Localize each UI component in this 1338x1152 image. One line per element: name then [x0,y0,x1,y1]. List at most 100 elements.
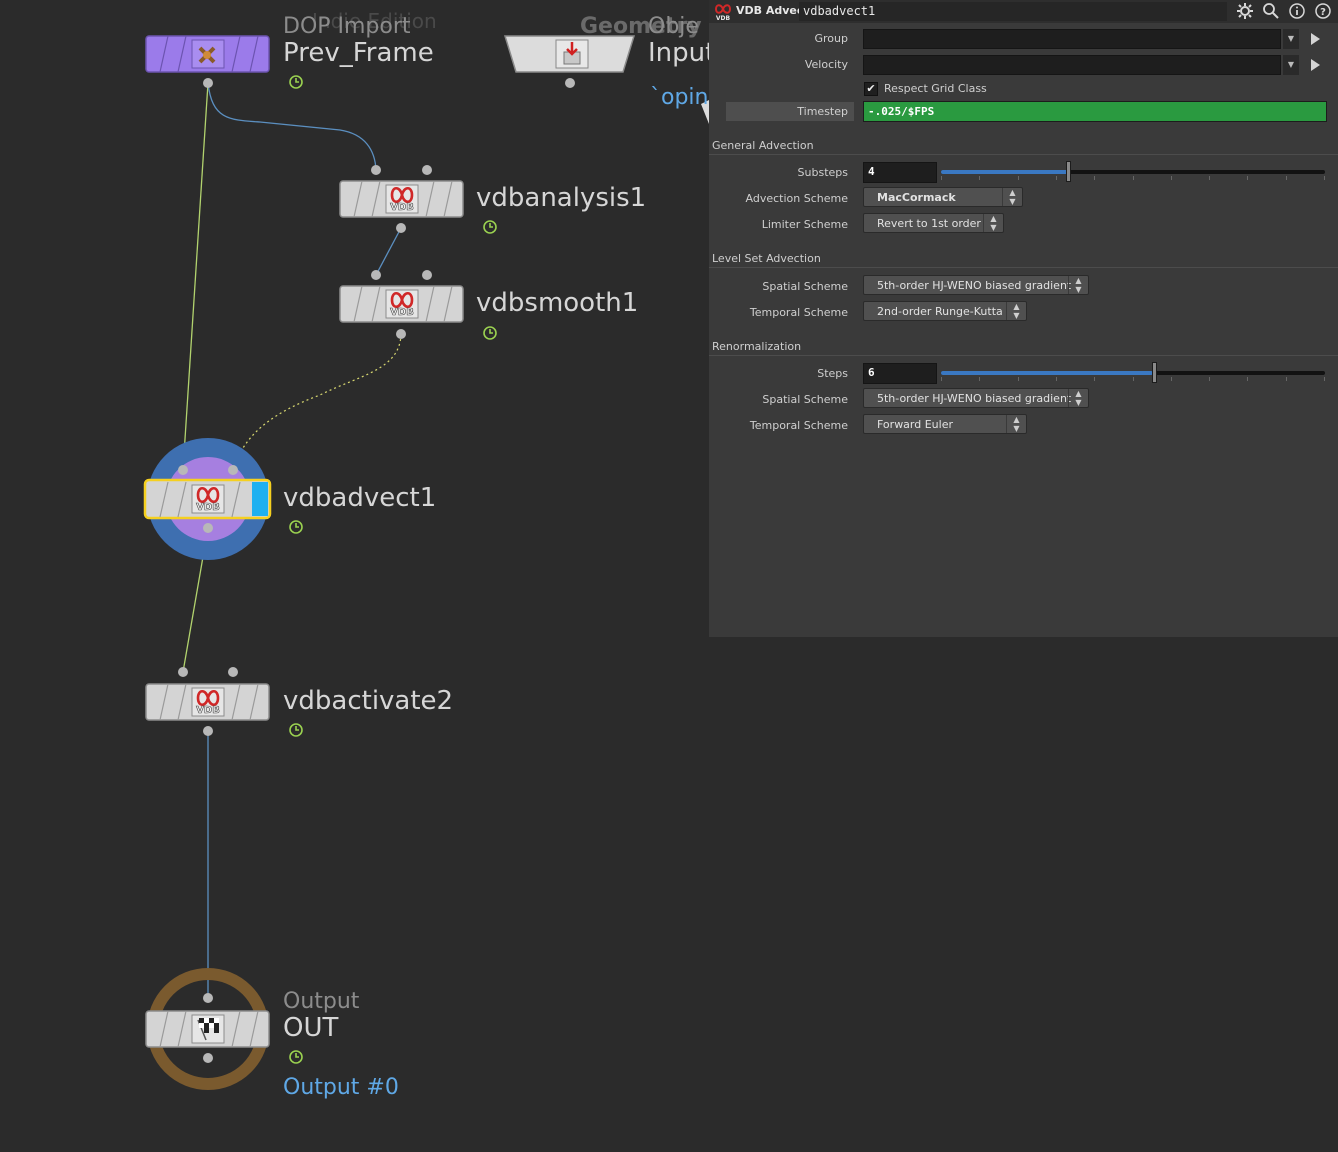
node-name-label[interactable]: vdbsmooth1 [476,288,638,318]
chevron-updown-icon: ▲ ▼ [1006,415,1026,433]
limiter-scheme-label: Limiter Scheme [761,218,848,231]
input-connector[interactable] [422,270,432,280]
node-type-label-overlap: Obje [648,14,699,39]
output-connector[interactable] [203,1053,213,1063]
substeps-field[interactable]: 4 [863,162,937,183]
output-index-label: Output #0 [283,1075,399,1100]
substeps-slider[interactable] [941,161,1325,182]
clock-icon [289,75,303,89]
slider-tick [1286,377,1287,381]
node-vdbsmooth1[interactable]: VDB [339,270,464,339]
slider-tick [1133,176,1134,180]
slider-tick [1247,176,1248,180]
svg-text:VDB: VDB [196,705,220,716]
slider-tick [941,176,942,180]
node-vdbadvect1[interactable]: VDB [143,438,272,560]
limiter-scheme-value: Revert to 1st order [877,217,981,230]
renorm-temporal-scheme-dropdown[interactable]: Forward Euler ▲ ▼ [863,414,1027,434]
clock-icon [289,1050,303,1064]
node-type-title: VDB Advect [736,4,809,17]
chevron-updown-icon: ▲ ▼ [1006,302,1026,320]
advection-scheme-value: MacCormack [877,191,956,204]
node-name-field[interactable]: vdbadvect1 [799,2,1227,21]
velocity-selector-arrow-icon[interactable] [1311,59,1320,71]
clock-icon [483,326,497,340]
spatial-scheme-label: Spatial Scheme [762,280,848,293]
clock-icon [483,220,497,234]
node-name-label[interactable]: vdbanalysis1 [476,183,646,213]
respect-grid-class-label: Respect Grid Class [884,82,987,95]
group-field[interactable] [863,29,1281,49]
wire-prevframe-vdbadvect [182,82,209,471]
chevron-updown-icon: ▲ ▼ [1068,276,1088,294]
renorm-temporal-scheme-value: Forward Euler [877,418,954,431]
group-selector-arrow-icon[interactable] [1311,33,1320,45]
node-comment-label: `opin [650,85,709,110]
input-connector[interactable] [178,465,188,475]
output-connector[interactable] [565,78,575,88]
node-vdbactivate2[interactable]: VDB [145,667,270,736]
output-connector[interactable] [396,223,406,233]
output-connector[interactable] [203,78,213,88]
node-name-label[interactable]: OUT [283,1013,338,1043]
level-set-advection-heading: Level Set Advection [712,252,821,265]
input-connector[interactable] [371,165,381,175]
node-name-label[interactable]: Prev_Frame [283,38,434,68]
advection-scheme-dropdown[interactable]: MacCormack ▲ ▼ [863,187,1023,207]
input-connector[interactable] [203,993,213,1003]
temporal-scheme-dropdown[interactable]: 2nd-order Runge-Kutta ▲ ▼ [863,301,1027,321]
slider-tick [1018,377,1019,381]
substeps-slider-fill [941,170,1068,174]
limiter-scheme-dropdown[interactable]: Revert to 1st order ▲ ▼ [863,213,1004,233]
output-connector[interactable] [203,523,213,533]
slider-tick [1324,377,1325,381]
steps-slider[interactable] [941,362,1325,383]
group-menu-button[interactable]: ▼ [1283,29,1299,49]
section-divider [709,267,1338,268]
input-connector[interactable] [178,667,188,677]
slider-tick [1094,377,1095,381]
input-connector[interactable] [228,465,238,475]
temporal-scheme-label: Temporal Scheme [749,306,848,319]
node-name-label[interactable]: vdbadvect1 [283,483,436,513]
temporal-scheme-value: 2nd-order Runge-Kutta [877,305,1003,318]
renorm-spatial-scheme-value: 5th-order HJ-WENO biased gradient [877,392,1072,405]
svg-text:VDB: VDB [196,502,220,513]
steps-slider-handle[interactable] [1152,362,1157,383]
renorm-temporal-scheme-label: Temporal Scheme [749,419,848,432]
help-icon[interactable]: ? [1314,2,1332,20]
renorm-spatial-scheme-dropdown[interactable]: 5th-order HJ-WENO biased gradient ▲ ▼ [863,388,1089,408]
input-connector[interactable] [422,165,432,175]
respect-grid-class-checkbox[interactable]: ✔ [864,82,878,96]
input-connector[interactable] [371,270,381,280]
slider-tick [941,377,942,381]
output-connector[interactable] [203,726,213,736]
display-flag[interactable] [252,482,268,516]
slider-tick [1209,377,1210,381]
node-vdbanalysis1[interactable]: VDB [339,165,464,233]
node-name-label[interactable]: Input [648,38,715,68]
slider-tick [1056,377,1057,381]
node-name-label[interactable]: vdbactivate2 [283,686,453,716]
velocity-label: Velocity [804,58,848,71]
output-connector[interactable] [396,329,406,339]
spatial-scheme-dropdown[interactable]: 5th-order HJ-WENO biased gradient ▲ ▼ [863,275,1089,295]
steps-label: Steps [817,367,848,380]
parameter-panel: VDB VDB Advect vdbadvect1 ? Group ▼ Velo… [709,0,1338,637]
input-connector[interactable] [228,667,238,677]
substeps-slider-handle[interactable] [1066,161,1071,182]
clock-icon [289,520,303,534]
general-advection-heading: General Advection [712,139,814,152]
slider-tick [1171,377,1172,381]
steps-field[interactable]: 6 [863,363,937,384]
substeps-value: 4 [868,165,875,178]
node-type-label: DOP Import [283,14,411,39]
velocity-field[interactable] [863,55,1281,75]
timestep-field[interactable]: -.025/$FPS [863,101,1327,122]
svg-text:VDB: VDB [390,307,414,318]
velocity-menu-button[interactable]: ▼ [1283,55,1299,75]
info-icon[interactable] [1288,2,1306,20]
gear-icon[interactable] [1236,2,1254,20]
search-icon[interactable] [1262,2,1280,20]
node-prev-frame[interactable] [145,35,270,88]
